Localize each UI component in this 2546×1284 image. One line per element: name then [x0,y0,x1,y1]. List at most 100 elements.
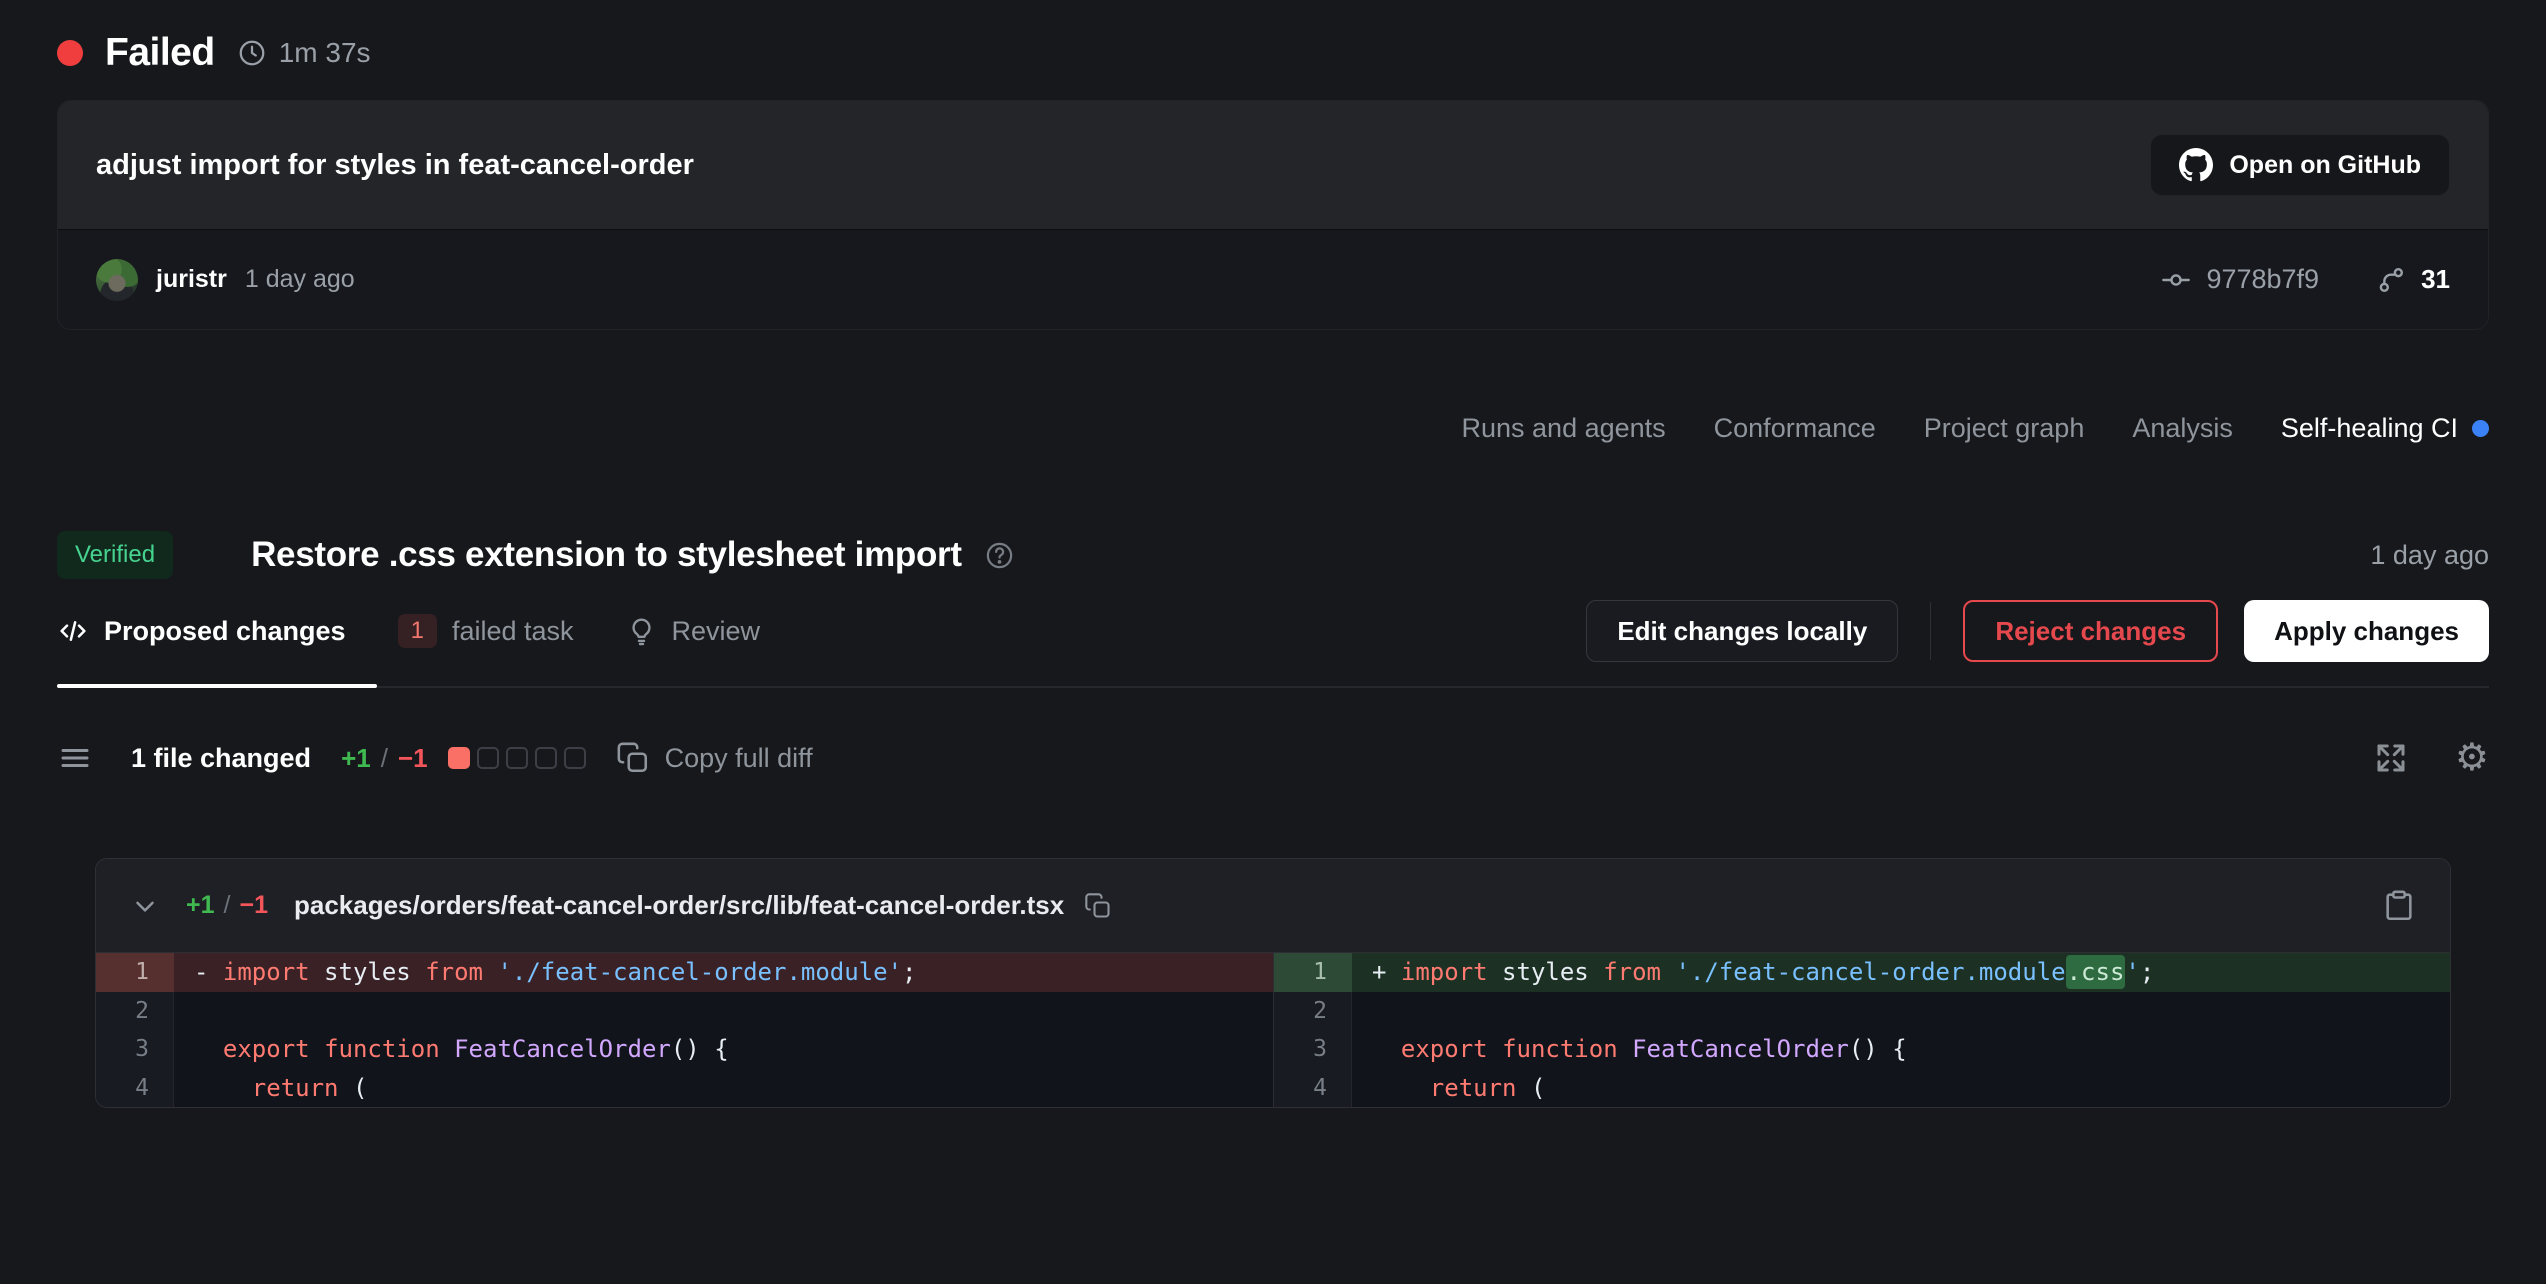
diff-line: 2 [1274,992,2450,1031]
tab-review-label: Review [672,616,761,647]
tab-proposed-changes[interactable]: Proposed changes [57,615,346,647]
nav-project-graph[interactable]: Project graph [1924,413,2085,444]
branch-count: 31 [2421,264,2450,295]
deletions-count: −1 [398,743,428,774]
fix-time: 1 day ago [2370,540,2489,571]
tab-failed-task[interactable]: 1 failed task [398,614,574,648]
tab-failed-task-label: failed task [452,616,574,647]
branch-icon [2375,264,2407,296]
failed-task-count-badge: 1 [398,614,437,648]
diff-square [535,747,557,769]
edit-changes-locally-button[interactable]: Edit changes locally [1586,600,1898,662]
nav-analysis[interactable]: Analysis [2132,413,2233,444]
commit-sha: 9778b7f9 [2206,264,2319,295]
nav-conformance[interactable]: Conformance [1714,413,1876,444]
action-buttons: Edit changes locally Reject changes Appl… [1586,600,2489,662]
file-diff-header: +1 / −1 packages/orders/feat-cancel-orde… [96,859,2450,953]
diff-toolbar: 1 file changed +1 / −1 Copy full diff ⚙ [57,730,2489,786]
tab-proposed-changes-label: Proposed changes [104,616,346,647]
commit-title: adjust import for styles in feat-cancel-… [96,149,694,182]
expand-icon[interactable] [2373,740,2409,776]
fix-heading-row: Verified Restore .css extension to style… [57,524,2489,586]
code-line: return ( [1352,1069,2450,1108]
diff-line: 1+ import styles from './feat-cancel-ord… [1274,953,2450,992]
line-number: 2 [1274,992,1352,1031]
code-line: return ( [174,1069,1273,1108]
clipboard-icon[interactable] [2382,889,2416,923]
tab-review[interactable]: Review [626,616,761,647]
menu-icon[interactable] [57,740,93,776]
help-icon[interactable] [984,540,1015,571]
actions-divider [1930,602,1931,660]
run-status-label: Failed [105,31,215,75]
run-status-row: Failed 1m 37s [57,30,2489,76]
file-diff-stats: +1 / −1 [186,891,268,920]
file-diff-card: +1 / −1 packages/orders/feat-cancel-orde… [95,858,2451,1108]
commit-author: juristr 1 day ago [96,259,355,301]
split-diff-view: 1- import styles from './feat-cancel-ord… [96,953,2450,1107]
gear-icon[interactable]: ⚙ [2455,740,2489,776]
diff-pane-new: 1+ import styles from './feat-cancel-ord… [1273,953,2450,1107]
apply-changes-button[interactable]: Apply changes [2244,600,2489,662]
file-path: packages/orders/feat-cancel-order/src/li… [294,890,1064,921]
stats-slash: / [381,743,388,774]
files-changed-label: 1 file changed [131,743,311,774]
diff-line: 3 export function FeatCancelOrder() { [1274,1030,2450,1069]
diff-square [564,747,586,769]
commit-meta: 9778b7f9 31 [2160,264,2450,296]
diff-square [448,747,470,769]
code-line: - import styles from './feat-cancel-orde… [174,953,1273,992]
code-tab-icon [57,615,89,647]
avatar [96,259,138,301]
line-number: 3 [1274,1030,1352,1069]
commit-card-body: juristr 1 day ago 9778b7f9 31 [58,229,2488,329]
nav-self-healing-ci[interactable]: Self-healing CI [2281,413,2489,444]
github-icon [2179,148,2213,182]
code-line [1352,992,2450,1031]
code-line [174,992,1273,1031]
diff-toolbar-right: ⚙ [2373,740,2489,776]
nav-runs-and-agents[interactable]: Runs and agents [1462,413,1666,444]
file-deletions: −1 [239,891,268,920]
diff-line: 1- import styles from './feat-cancel-ord… [96,953,1273,992]
chevron-down-icon[interactable] [130,891,160,921]
reject-changes-button[interactable]: Reject changes [1963,600,2218,662]
branch-count-group[interactable]: 31 [2375,264,2450,296]
tabs: Proposed changes 1 failed task Review [57,600,760,662]
line-number: 2 [96,992,174,1031]
diff-line: 2 [96,992,1273,1031]
active-tab-underline [57,684,377,688]
self-healing-ci-page: Failed 1m 37s adjust import for styles i… [0,30,2546,1108]
commit-sha-group[interactable]: 9778b7f9 [2160,264,2319,296]
copy-path-icon[interactable] [1084,892,1112,920]
diff-ratio-squares [448,747,586,769]
line-number: 1 [96,953,174,992]
diff-square [477,747,499,769]
tabs-row: Proposed changes 1 failed task Review Ed… [57,600,2489,688]
run-duration-value: 1m 37s [279,37,371,69]
copy-full-diff-label: Copy full diff [665,743,813,774]
code-line: export function FeatCancelOrder() { [174,1030,1273,1069]
lightbulb-icon [626,616,657,647]
nav-active-dot [2472,420,2489,437]
file-additions: +1 [186,891,215,920]
diff-line: 4 return ( [96,1069,1273,1108]
open-on-github-label: Open on GitHub [2229,151,2421,180]
verified-badge: Verified [57,531,173,579]
code-line: export function FeatCancelOrder() { [1352,1030,2450,1069]
open-on-github-button[interactable]: Open on GitHub [2150,134,2450,196]
fix-title: Restore .css extension to stylesheet imp… [251,535,962,575]
file-stats-slash: / [224,891,231,920]
code-line: + import styles from './feat-cancel-orde… [1352,953,2450,992]
diff-stats: +1 / −1 [341,743,428,774]
nav-self-healing-ci-label: Self-healing CI [2281,413,2458,444]
workspace-nav: Runs and agents Conformance Project grap… [57,408,2489,448]
commit-card-header: adjust import for styles in feat-cancel-… [58,101,2488,229]
diff-pane-old: 1- import styles from './feat-cancel-ord… [96,953,1273,1107]
author-name: juristr [156,265,227,294]
line-number: 3 [96,1030,174,1069]
copy-full-diff-button[interactable]: Copy full diff [616,741,813,775]
additions-count: +1 [341,743,371,774]
run-duration: 1m 37s [237,37,371,69]
line-number: 4 [1274,1069,1352,1108]
